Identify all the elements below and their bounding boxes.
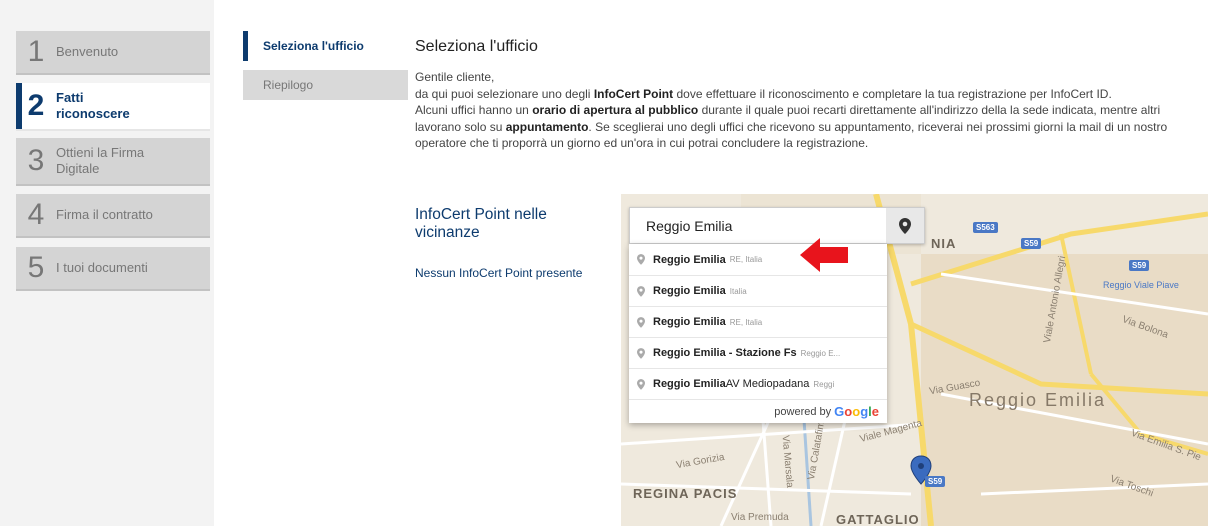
- nearby-title: InfoCert Point nelle vicinanze: [415, 206, 547, 241]
- suggestion-secondary: RE, Italia: [729, 317, 763, 327]
- intro-p1-rest: dove effettuare il riconoscimento e comp…: [673, 86, 1112, 101]
- intro-text: Gentile cliente, da qui puoi selezionare…: [415, 69, 1205, 152]
- step-number: 2: [27, 89, 45, 122]
- map-road-badge: S59: [925, 476, 946, 487]
- step-label: Firma il contratto: [56, 207, 153, 222]
- location-pin-icon: [637, 378, 645, 390]
- google-logo: Google: [834, 404, 879, 419]
- intro-p1-bold: InfoCert Point: [593, 86, 674, 101]
- suggestion-main: Reggio Emilia: [653, 253, 726, 266]
- map-label: GATTAGLIO: [836, 512, 920, 526]
- step-number: 5: [27, 251, 45, 284]
- autocomplete-dropdown: Reggio Emilia RE, Italia Reggio Emilia I…: [629, 244, 887, 423]
- suggestion-item[interactable]: Reggio Emilia RE, Italia: [629, 244, 887, 275]
- active-indicator: [16, 83, 22, 129]
- subtab-riepilogo[interactable]: Riepilogo: [243, 70, 408, 100]
- location-search: [629, 207, 925, 244]
- red-arrow-icon: [800, 238, 848, 272]
- greeting: Gentile cliente,: [415, 70, 495, 84]
- intro-p2-bold2: appuntamento: [505, 119, 589, 134]
- step-label: Fatti riconoscere: [56, 90, 130, 121]
- map-road-badge: S59: [1021, 238, 1042, 249]
- suggestion-main-rest: AV Mediopadana: [725, 378, 810, 390]
- location-pin-icon: [637, 254, 645, 265]
- suggestion-main: Reggio Emilia: [653, 285, 726, 297]
- step-firma-contratto[interactable]: 4 Firma il contratto: [16, 194, 210, 238]
- suggestion-item[interactable]: Reggio Emilia Italia: [629, 275, 887, 306]
- subtab-seleziona-ufficio[interactable]: Seleziona l'ufficio: [243, 31, 408, 61]
- step-benvenuto[interactable]: 1 Benvenuto: [16, 31, 210, 75]
- powered-by-google: powered by Google: [629, 399, 887, 423]
- map-label-city: Reggio Emilia: [969, 390, 1107, 410]
- suggestion-main: Reggio Emilia - Stazione Fs: [653, 347, 797, 359]
- map-label: REGINA PACIS: [633, 486, 738, 501]
- suggestion-item[interactable]: Reggio Emilia - Stazione Fs Reggio E...: [629, 337, 887, 368]
- step-label: Benvenuto: [56, 44, 119, 59]
- step-ottieni-firma[interactable]: 3 Ottieni la Firma Digitale: [16, 138, 210, 186]
- step-number: 4: [27, 198, 45, 231]
- suggestion-secondary: RE, Italia: [729, 255, 763, 264]
- map-label: Via Premuda: [731, 512, 789, 523]
- location-pin-icon: [899, 217, 911, 234]
- search-input[interactable]: [630, 208, 888, 243]
- location-pin-icon: [637, 347, 645, 359]
- locate-button[interactable]: [886, 208, 924, 243]
- step-tuoi-documenti[interactable]: 5 I tuoi documenti: [16, 247, 210, 291]
- suggestion-secondary: Reggio E...: [800, 348, 841, 358]
- suggestion-item[interactable]: Reggio Emilia RE, Italia: [629, 306, 887, 337]
- step-number: 3: [27, 144, 45, 177]
- step-number: 1: [27, 35, 45, 68]
- step-fatti-riconoscere[interactable]: 2 Fatti riconoscere: [16, 83, 210, 131]
- step-label: I tuoi documenti: [56, 260, 148, 275]
- map-road-badge: S59: [1129, 260, 1150, 271]
- suggestion-secondary: Italia: [729, 286, 747, 296]
- intro-p1: da qui puoi selezionare uno degli: [415, 86, 594, 101]
- suggestion-item[interactable]: Reggio Emilia AV Mediopadana Reggi: [629, 368, 887, 399]
- steps-sidebar: 1 Benvenuto 2 Fatti riconoscere 3 Ottien…: [0, 0, 214, 526]
- suggestion-secondary: Reggi: [813, 379, 835, 389]
- map-label: Reggio Viale Piave: [1103, 280, 1179, 290]
- map-label: NIA: [931, 236, 957, 251]
- map-road-badge: S563: [973, 222, 998, 233]
- suggestion-main: Reggio Emilia: [653, 316, 726, 328]
- intro-p2: Alcuni uffici hanno un: [415, 103, 533, 118]
- powered-by-text: powered by: [774, 405, 832, 418]
- location-pin-icon: [637, 285, 645, 297]
- nearby-empty-message: Nessun InfoCert Point presente: [415, 266, 583, 280]
- location-pin-icon: [637, 316, 645, 328]
- intro-p2-bold: orario di apertura al pubblico: [532, 103, 699, 118]
- suggestion-main: Reggio Emilia: [653, 378, 726, 390]
- step-label: Ottieni la Firma Digitale: [56, 145, 145, 176]
- page-title: Seleziona l'ufficio: [415, 38, 538, 55]
